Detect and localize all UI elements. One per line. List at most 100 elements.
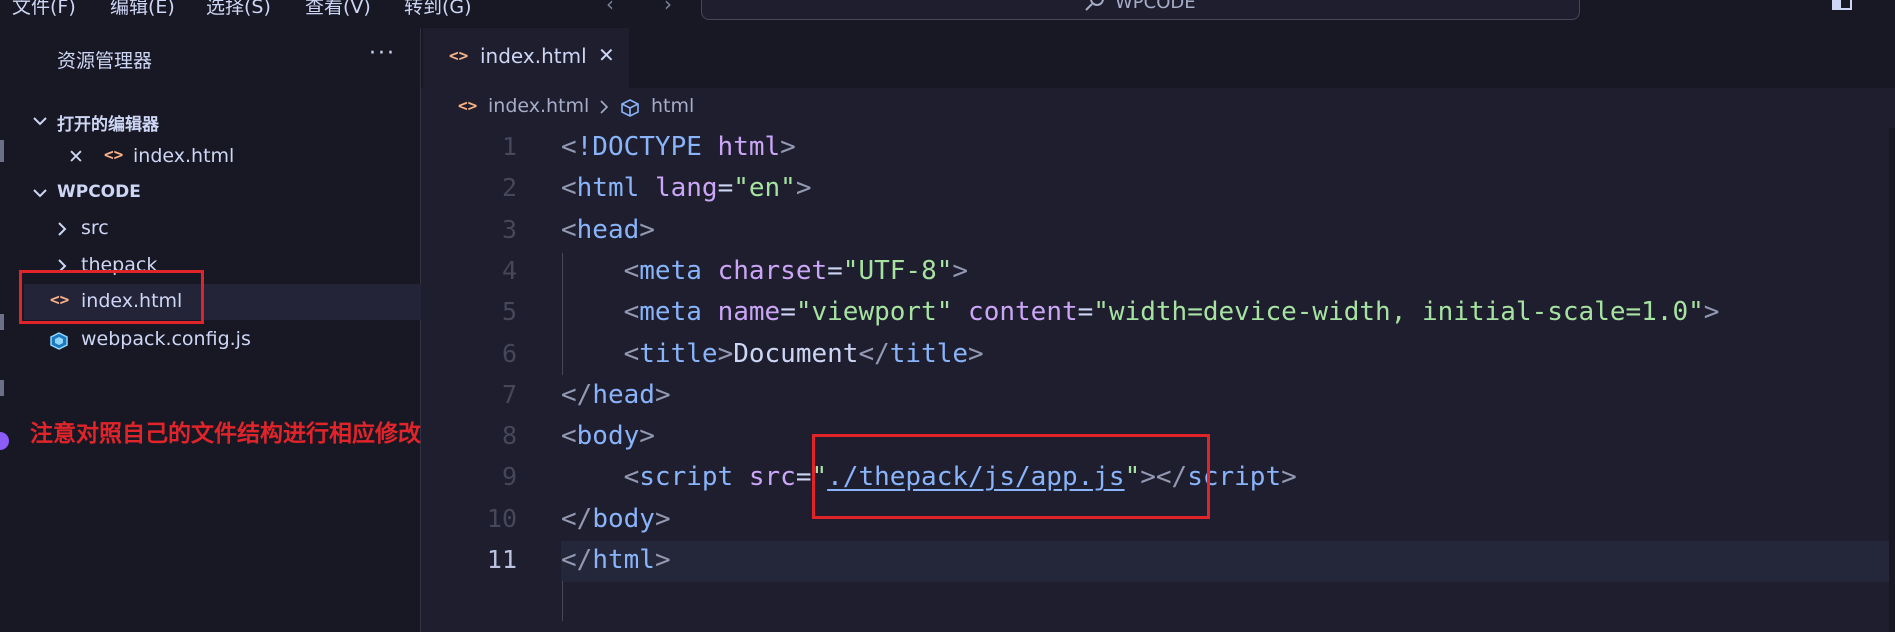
code-token: src <box>748 462 796 493</box>
code-token: name <box>717 297 781 328</box>
layout-sidebar-icon[interactable] <box>1832 0 1852 10</box>
code-line[interactable]: 5 <meta name="viewport" content="width=d… <box>421 293 1895 334</box>
highlight-box <box>812 434 1210 519</box>
code-token: = <box>717 173 734 204</box>
code-token: > <box>952 255 969 286</box>
code-token: > <box>654 545 671 575</box>
explorer-title: 资源管理器 <box>57 50 153 72</box>
activity-indicator <box>0 140 4 162</box>
code-line[interactable]: 3 <head> <box>421 211 1895 252</box>
tree-item-src[interactable]: src <box>24 211 421 247</box>
close-icon[interactable]: ✕ <box>598 43 615 67</box>
code-line[interactable]: 1 <!DOCTYPE html> <box>421 128 1895 169</box>
open-editor-item[interactable]: ✕ <> index.html <box>24 139 421 175</box>
account-badge-icon[interactable] <box>0 432 9 450</box>
code-token: content <box>968 297 1078 328</box>
code-line[interactable]: 6 <title>Document</title> <box>421 335 1895 376</box>
code-token: </ <box>858 338 890 369</box>
search-icon <box>1085 0 1104 11</box>
code-token: > <box>654 379 671 410</box>
code-token: > <box>795 173 812 204</box>
menu-file[interactable]: 文件(F) <box>12 0 76 19</box>
code-editor[interactable]: 1 <!DOCTYPE html> 2 <html lang="en"> 3 <head>… <box>421 128 1895 632</box>
code-token: html <box>717 132 781 162</box>
code-token: title <box>889 338 969 369</box>
menu-view[interactable]: 查看(V) <box>305 0 371 19</box>
code-token: lang <box>654 173 718 204</box>
highlight-box <box>19 270 204 324</box>
close-icon[interactable]: ✕ <box>68 146 84 168</box>
code-token: Document <box>733 338 859 369</box>
webpack-icon <box>50 332 68 350</box>
code-token: < <box>623 255 640 286</box>
chevron-down-icon <box>33 189 47 198</box>
html-file-icon: <> <box>104 145 124 164</box>
code-line[interactable]: 11 </html> <box>421 541 1895 582</box>
code-text: <!DOCTYPE html> <box>561 132 796 162</box>
code-text: <body> <box>561 421 655 451</box>
back-arrow-icon[interactable]: ‹ <box>606 0 614 16</box>
line-number: 11 <box>486 545 517 574</box>
chevron-down-icon <box>33 117 47 126</box>
code-token: < <box>623 462 640 493</box>
workspace-section[interactable]: WPCODE <box>24 176 421 210</box>
breadcrumb-file[interactable]: index.html <box>488 95 589 117</box>
code-token: script <box>639 462 734 493</box>
tab-index-html[interactable]: <> index.html ✕ <box>423 28 629 88</box>
menu-selection[interactable]: 选择(S) <box>206 0 271 19</box>
indent-guide <box>562 581 563 621</box>
menu-go[interactable]: 转到(G) <box>404 0 472 19</box>
code-token: > <box>1703 297 1720 328</box>
open-editors-section[interactable]: 打开的编辑器 <box>24 104 421 138</box>
line-number: 6 <box>501 338 517 368</box>
forward-arrow-icon[interactable]: › <box>664 0 672 16</box>
code-token: "UTF-8" <box>842 255 953 286</box>
breadcrumb: <> index.html html <box>421 88 1895 128</box>
open-editors-label: 打开的编辑器 <box>57 115 159 135</box>
code-text: </html> <box>561 545 671 575</box>
code-token: < <box>623 338 640 369</box>
activity-indicator <box>0 314 4 330</box>
code-token: = <box>795 462 812 493</box>
code-token: charset <box>717 255 828 286</box>
breadcrumb-symbol[interactable]: html <box>651 95 694 117</box>
html-file-icon: <> <box>449 46 469 65</box>
code-token: = <box>1077 297 1094 328</box>
code-token: > <box>639 214 655 245</box>
tab-bar: <> index.html ✕ <box>421 28 1895 88</box>
tab-label: index.html <box>480 44 587 68</box>
code-token: > <box>780 132 796 162</box>
code-token: < <box>561 173 577 204</box>
code-token: meta <box>639 255 702 286</box>
tree-item-label: src <box>81 217 109 239</box>
code-line[interactable]: 7 </head> <box>421 376 1895 417</box>
code-line[interactable]: 2 <html lang="en"> <box>421 169 1895 210</box>
line-number: 5 <box>501 297 517 327</box>
line-number: 4 <box>501 255 517 285</box>
more-actions-icon[interactable]: ··· <box>369 41 396 66</box>
chevron-right-icon <box>58 222 67 236</box>
code-token: < <box>561 132 577 162</box>
code-token: body <box>592 503 655 534</box>
code-token: "width=device-width, initial-scale=1.0" <box>1093 297 1704 328</box>
line-number: 1 <box>501 132 517 161</box>
code-token: "en" <box>733 173 796 204</box>
code-token: < <box>561 421 577 452</box>
line-number: 10 <box>486 503 517 533</box>
code-token: "viewport" <box>795 297 953 328</box>
code-text: <title>Document</title> <box>561 339 984 369</box>
tree-item-label: webpack.config.js <box>81 328 251 350</box>
code-token: > <box>654 503 671 534</box>
code-line[interactable]: 4 <meta charset="UTF-8"> <box>421 252 1895 293</box>
code-text: <head> <box>561 215 655 245</box>
explorer-sidebar: 资源管理器 ··· 打开的编辑器 ✕ <> index.html WPCODE … <box>19 28 421 632</box>
code-token: > <box>639 421 655 452</box>
tree-item-webpack-config[interactable]: webpack.config.js <box>24 322 421 358</box>
code-token: </ <box>561 545 593 575</box>
menu-edit[interactable]: 编辑(E) <box>110 0 175 19</box>
